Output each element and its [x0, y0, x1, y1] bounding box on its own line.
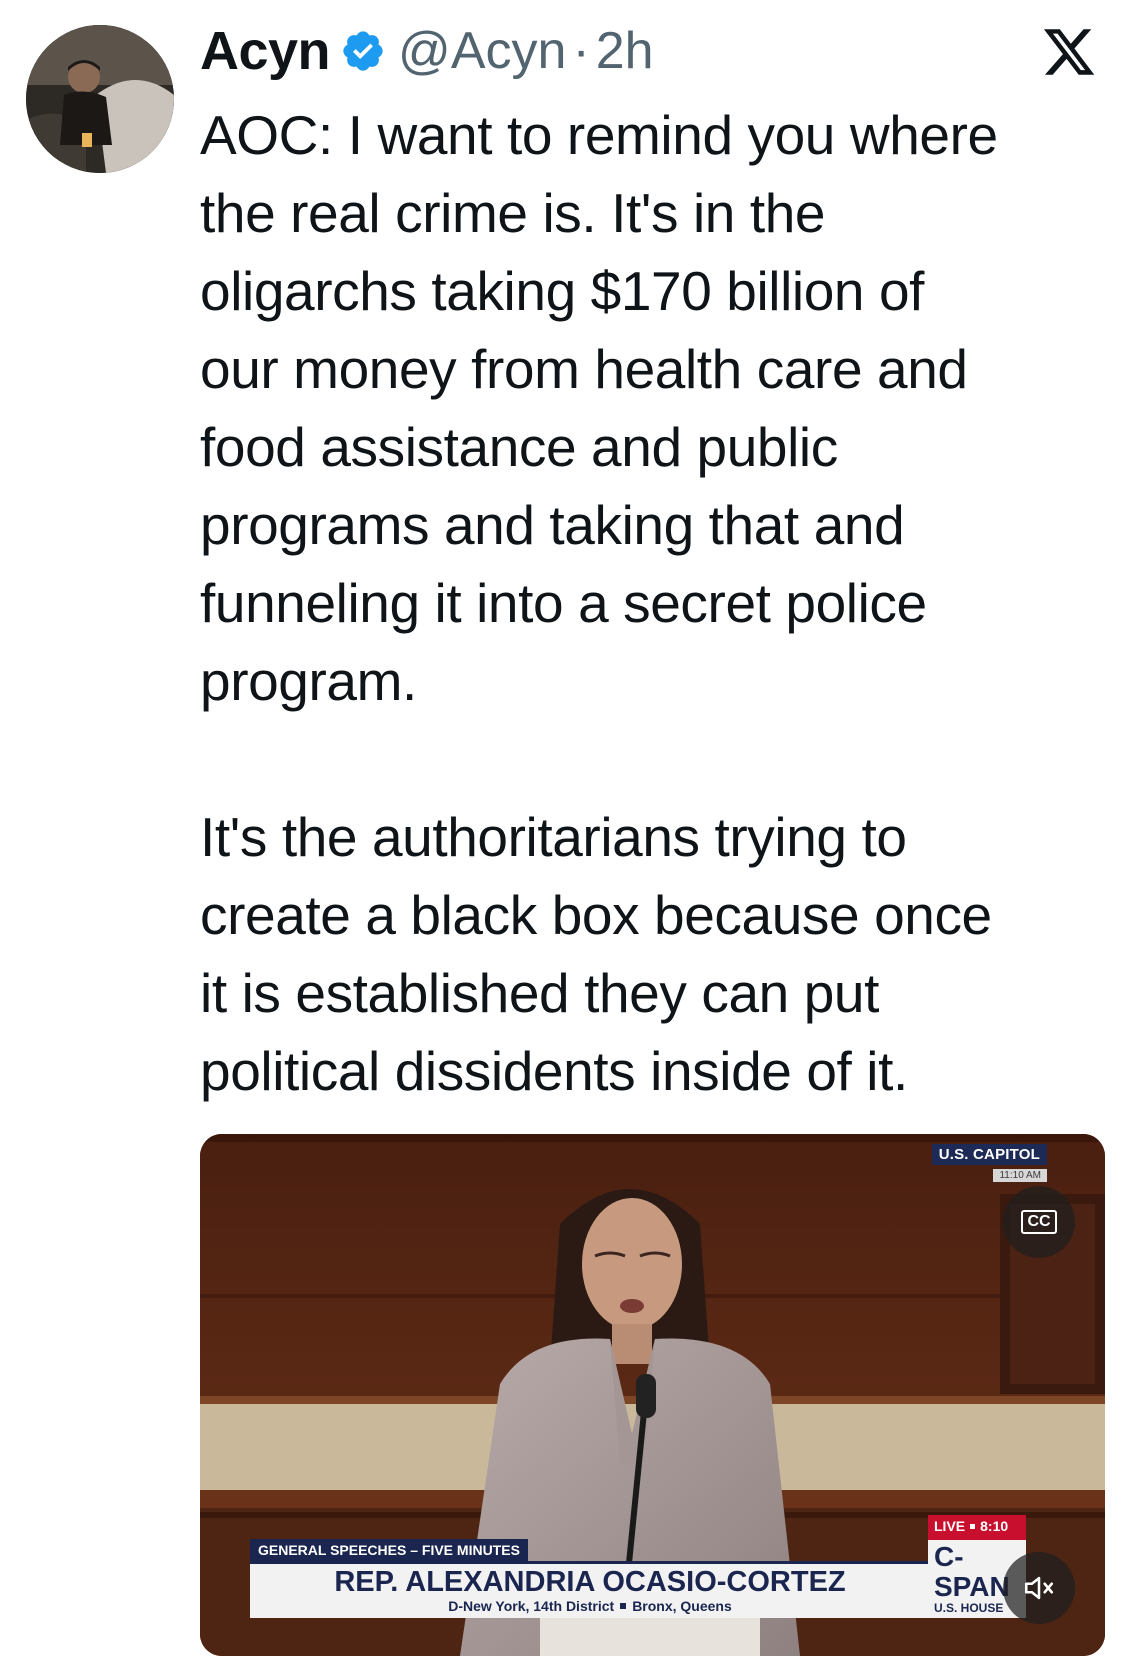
- volume-muted-icon: [1024, 1576, 1054, 1600]
- author-name[interactable]: Acyn: [200, 20, 331, 82]
- live-separator: [970, 1524, 976, 1529]
- segment-label: GENERAL SPEECHES – FIVE MINUTES: [250, 1539, 528, 1561]
- volume-button[interactable]: [1003, 1552, 1075, 1624]
- video-player[interactable]: U.S. CAPITOL 11:10 AM CC GENERAL SPEECHE…: [200, 1134, 1105, 1656]
- x-logo-icon: [1040, 24, 1098, 80]
- live-time: 8:10: [980, 1518, 1009, 1534]
- speaker-name: REP. ALEXANDRIA OCASIO-CORTEZ: [334, 1566, 846, 1598]
- location-time: 11:10 AM: [993, 1169, 1047, 1182]
- tweet-body: AOC: I want to remind you where the real…: [200, 96, 1100, 1110]
- speaker-district: D-New York, 14th District Bronx, Queens: [250, 1598, 930, 1614]
- tweet-paragraph-1: AOC: I want to remind you where the real…: [200, 104, 998, 712]
- district-line: D-New York, 14th District: [448, 1598, 615, 1614]
- tweet-header: Acyn @Acyn · 2h: [200, 14, 654, 88]
- author-avatar[interactable]: [26, 25, 174, 173]
- avatar-image: [26, 25, 174, 173]
- live-label: LIVE: [934, 1518, 966, 1534]
- closed-captions-button[interactable]: CC: [1003, 1186, 1075, 1258]
- speaker-name-bar: REP. ALEXANDRIA OCASIO-CORTEZ D-New York…: [250, 1561, 930, 1618]
- header-separator: ·: [572, 22, 590, 80]
- author-handle[interactable]: @Acyn: [398, 21, 566, 81]
- location-graphic: U.S. CAPITOL 11:10 AM: [931, 1144, 1047, 1183]
- verified-badge-icon: [340, 28, 386, 74]
- speaker-lower-third: GENERAL SPEECHES – FIVE MINUTES REP. ALE…: [250, 1539, 930, 1618]
- district-area: Bronx, Queens: [632, 1598, 732, 1614]
- tweet-paragraph-2: It's the authoritarians trying to create…: [200, 806, 992, 1102]
- tweet-timestamp[interactable]: 2h: [596, 21, 654, 81]
- district-separator: [620, 1603, 627, 1609]
- closed-captions-icon: CC: [1021, 1210, 1057, 1234]
- location-label: U.S. CAPITOL: [931, 1144, 1047, 1165]
- live-tag: LIVE 8:10: [928, 1515, 1026, 1537]
